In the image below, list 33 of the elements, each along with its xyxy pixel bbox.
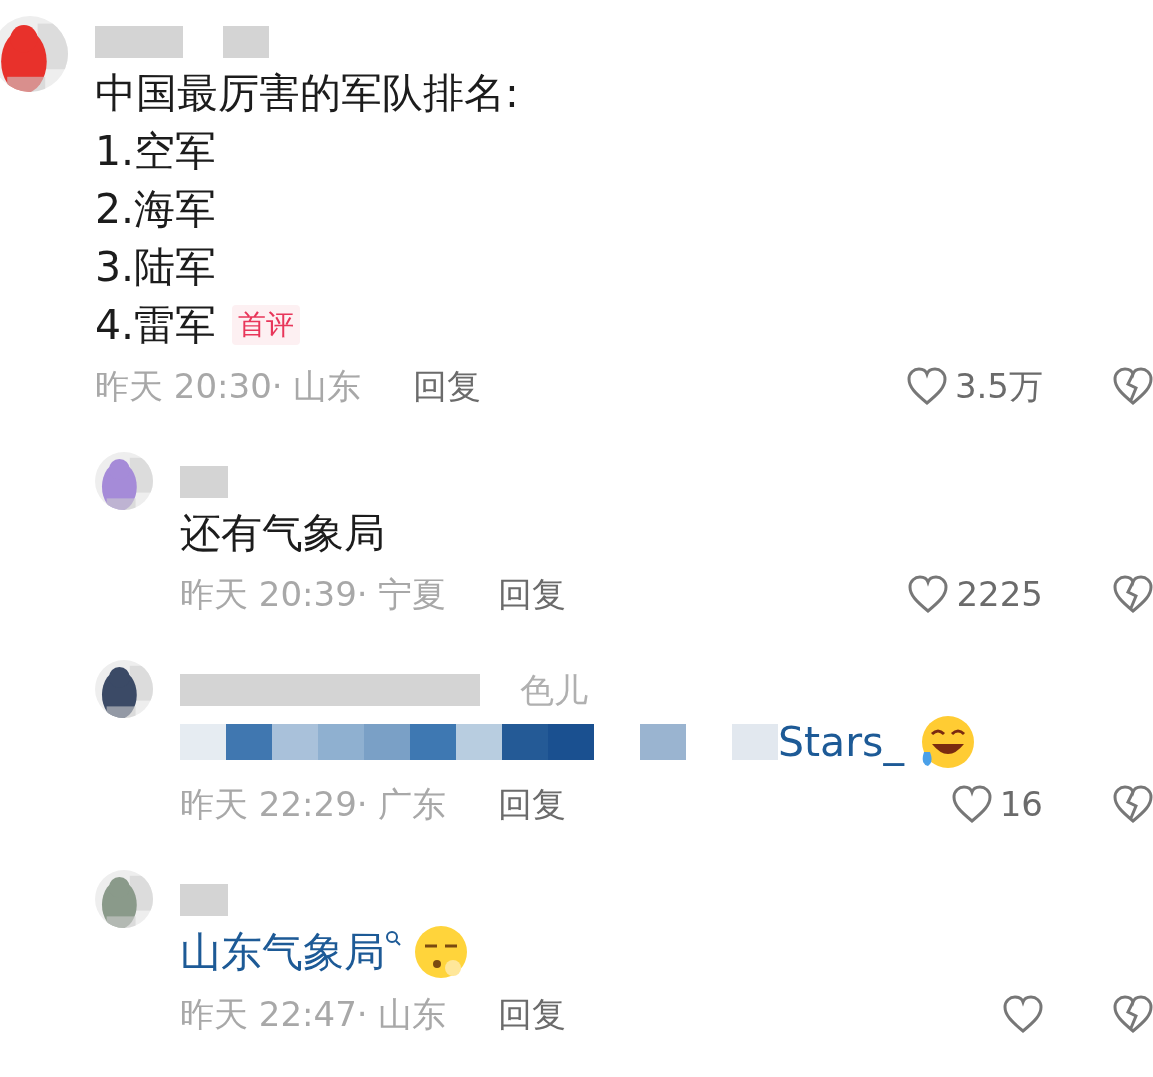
heart-icon[interactable] [1003, 995, 1043, 1033]
search-icon[interactable] [385, 930, 401, 946]
comment-time: 昨天 22:47· 山东 [180, 992, 447, 1036]
comment-text: 2.海军 [95, 184, 217, 235]
comment-text: 还有气象局 [180, 508, 385, 559]
reply-button[interactable]: 回复 [498, 568, 567, 620]
search-link[interactable]: 山东气象局 [180, 923, 385, 981]
comment-time: 昨天 20:39· 宁夏 [180, 572, 447, 616]
reply-button[interactable]: 回复 [413, 360, 482, 412]
comment-text: 4.雷军 [95, 300, 217, 351]
blurred-name [180, 884, 228, 916]
comment-time: 昨天 22:29· 广东 [180, 782, 447, 826]
like-count: 3.5万 [954, 364, 1043, 408]
blurred-name [180, 466, 228, 498]
comment-time: 昨天 20:30· 山东 [95, 364, 362, 408]
broken-heart-icon[interactable] [1113, 785, 1153, 823]
like-count: 2225 [956, 572, 1043, 616]
user-name: 色儿 [520, 668, 588, 712]
mention-link[interactable]: Stars_ [778, 713, 904, 771]
broken-heart-icon[interactable] [1113, 367, 1153, 405]
reply-button[interactable]: 回复 [498, 778, 567, 830]
comment-text: 中国最厉害的军队排名: [95, 68, 519, 119]
comment-text: 3.陆军 [95, 242, 217, 293]
blurred-name [223, 26, 269, 58]
reply-button[interactable]: 回复 [498, 988, 567, 1040]
heart-icon[interactable] [906, 367, 947, 405]
heart-icon[interactable] [908, 575, 949, 613]
heart-icon[interactable] [951, 785, 992, 823]
comment-text: 1.空军 [95, 126, 217, 177]
first-comment-tag: 首评 [232, 305, 301, 345]
broken-heart-icon[interactable] [1113, 575, 1153, 613]
broken-heart-icon[interactable] [1113, 995, 1153, 1033]
like-count: 16 [999, 782, 1043, 826]
